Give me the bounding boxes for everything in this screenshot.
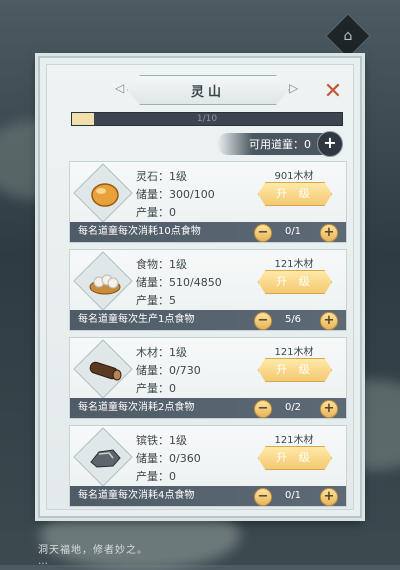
assigned-count: 0/2	[284, 402, 302, 413]
upgrade-cost: 901木材	[274, 171, 314, 182]
resource-card-iron: 镔铁：1级 储量：0/360 产量：0 121木材 升 级 每名道童每次消耗4点…	[69, 425, 347, 507]
footer-text-2: …	[38, 556, 48, 567]
storage-label: 储量：	[136, 276, 169, 289]
storage-label: 储量：	[136, 452, 169, 465]
output-label: 产量：	[136, 294, 169, 307]
increase-button[interactable]: +	[320, 224, 338, 242]
assigned-count: 0/1	[284, 490, 302, 501]
upgrade-button[interactable]: 升 级	[258, 270, 332, 294]
available-disciples: 可用道童： 0 +	[217, 131, 343, 157]
consumption-text: 每名道童每次生产1点食物	[78, 314, 195, 325]
output-value: 0	[169, 382, 176, 395]
resource-card-wood: 木材：1级 储量：0/730 产量：0 121木材 升 级 每名道童每次消耗2点…	[69, 337, 347, 419]
assigned-count: 5/6	[284, 314, 302, 325]
resource-card-spirit-stone: 灵石：1级 储量：300/100 产量：0 901木材 升 级 每名道童每次消耗…	[69, 161, 347, 243]
consumption-bar: 每名道童每次消耗10点食物 − 0/1 +	[70, 222, 346, 242]
upgrade-cost: 121木材	[274, 259, 314, 270]
close-icon: ✕	[323, 78, 343, 104]
pavilion-icon: ⌂	[343, 28, 353, 44]
storage-value: 300/100	[169, 188, 215, 201]
consumption-bar: 每名道童每次消耗2点食物 − 0/2 +	[70, 398, 346, 418]
output-value: 0	[169, 206, 176, 219]
resource-name: 木材：	[136, 346, 169, 359]
storage-value: 510/4850	[169, 276, 222, 289]
progress-bar: 1/10	[71, 112, 343, 126]
consumption-text: 每名道童每次消耗2点食物	[78, 402, 195, 413]
output-label: 产量：	[136, 382, 169, 395]
storage-label: 储量：	[136, 188, 169, 201]
storage-row: 储量：0/360	[136, 450, 201, 466]
resource-card-food: 食物：1级 储量：510/4850 产量：5 121木材 升 级 每名道童每次生…	[69, 249, 347, 331]
output-label: 产量：	[136, 206, 169, 219]
resource-name-row: 食物：1级	[136, 256, 187, 272]
progress-text: 1/10	[196, 114, 218, 124]
upgrade-button[interactable]: 升 级	[258, 446, 332, 470]
resource-level: 1级	[169, 346, 187, 359]
upgrade-button[interactable]: 升 级	[258, 182, 332, 206]
available-value: 0	[304, 137, 311, 151]
resource-level: 1级	[169, 170, 187, 183]
resource-name-row: 木材：1级	[136, 344, 187, 360]
output-row: 产量：0	[136, 380, 176, 396]
increase-button[interactable]: +	[320, 312, 338, 330]
wood-log-icon	[80, 350, 130, 390]
storage-label: 储量：	[136, 364, 169, 377]
panel-inner: ◁ 灵山 ▷ ✕ 1/10 可用道童： 0 + 灵石：1级 储量：300/100…	[46, 64, 354, 510]
title-right-ornament: ▷	[289, 81, 299, 95]
spirit-stone-icon	[80, 174, 130, 214]
output-row: 产量：5	[136, 292, 176, 308]
output-value: 5	[169, 294, 176, 307]
storage-row: 储量：300/100	[136, 186, 215, 202]
resource-level: 1级	[169, 434, 187, 447]
corner-menu-button[interactable]: ⌂	[325, 13, 371, 59]
assigned-count: 0/1	[284, 226, 302, 237]
available-label: 可用道童：	[249, 138, 304, 151]
resource-name-row: 灵石：1级	[136, 168, 187, 184]
consumption-bar: 每名道童每次生产1点食物 − 5/6 +	[70, 310, 346, 330]
increase-button[interactable]: +	[320, 488, 338, 506]
add-disciple-button[interactable]: +	[317, 131, 343, 157]
output-label: 产量：	[136, 470, 169, 483]
resource-name-row: 镔铁：1级	[136, 432, 187, 448]
footer-text: 洞天福地，修者妙之。	[38, 545, 148, 556]
resource-name: 灵石：	[136, 170, 169, 183]
output-row: 产量：0	[136, 468, 176, 484]
storage-value: 0/730	[169, 364, 201, 377]
increase-button[interactable]: +	[320, 400, 338, 418]
storage-row: 储量：510/4850	[136, 274, 222, 290]
food-steamer-icon	[80, 262, 130, 302]
upgrade-cost: 121木材	[274, 435, 314, 446]
output-row: 产量：0	[136, 204, 176, 220]
resource-level: 1级	[169, 258, 187, 271]
close-button[interactable]: ✕	[319, 77, 347, 105]
resource-name: 镔铁：	[136, 434, 169, 447]
panel-title: 灵山	[127, 75, 289, 105]
output-value: 0	[169, 470, 176, 483]
storage-value: 0/360	[169, 452, 201, 465]
upgrade-cost: 121木材	[274, 347, 314, 358]
title-left-ornament: ◁	[115, 81, 125, 95]
consumption-bar: 每名道童每次消耗4点食物 − 0/1 +	[70, 486, 346, 506]
iron-ore-icon	[80, 438, 130, 478]
upgrade-button[interactable]: 升 级	[258, 358, 332, 382]
resource-name: 食物：	[136, 258, 169, 271]
spirit-mountain-panel: ◁ 灵山 ▷ ✕ 1/10 可用道童： 0 + 灵石：1级 储量：300/100…	[38, 56, 362, 518]
consumption-text: 每名道童每次消耗10点食物	[78, 226, 201, 237]
consumption-text: 每名道童每次消耗4点食物	[78, 490, 195, 501]
storage-row: 储量：0/730	[136, 362, 201, 378]
